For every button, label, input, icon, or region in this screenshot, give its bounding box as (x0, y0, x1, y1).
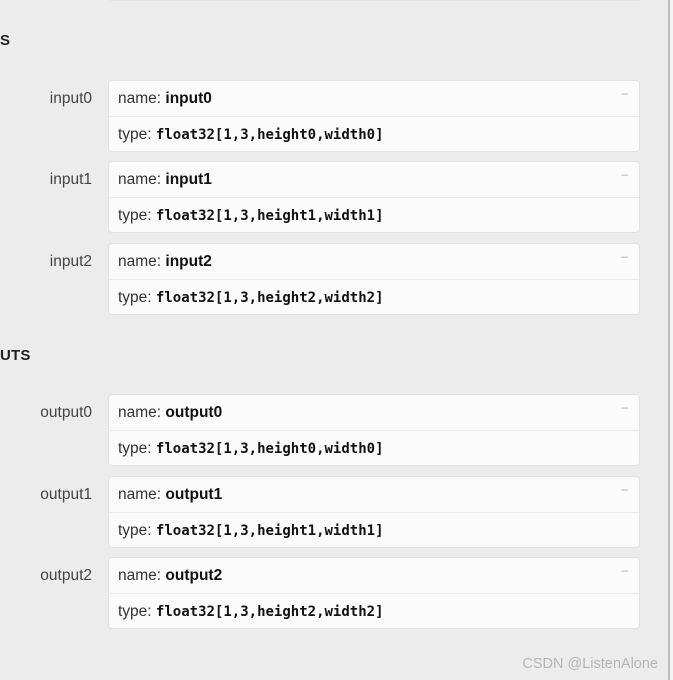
input2-card: name: input2 – type: float32[1,3,height2… (108, 243, 640, 315)
output1-name-line: name: output1 (118, 486, 222, 504)
type-value: float32[1,3,height1,width1] (155, 523, 384, 539)
output0-type-line: type: float32[1,3,height0,width0] (118, 440, 384, 458)
input0-name-line: name: input0 (118, 90, 212, 108)
type-value: float32[1,3,height2,width2] (155, 604, 384, 620)
collapse-toggle[interactable]: – (621, 86, 628, 100)
type-value: float32[1,3,height2,width2] (155, 290, 384, 306)
type-key: type: (118, 289, 156, 306)
collapse-toggle[interactable]: – (621, 563, 628, 577)
input2-type-line: type: float32[1,3,height2,width2] (118, 289, 384, 307)
name-value: output2 (165, 567, 223, 584)
card-divider (109, 512, 639, 513)
type-key: type: (118, 603, 156, 620)
output1-type-line: type: float32[1,3,height1,width1] (118, 522, 384, 540)
card-divider (109, 279, 639, 280)
name-key: name: (118, 90, 166, 107)
outputs-section-title: UTS (0, 347, 31, 364)
previous-card-edge (108, 0, 642, 1)
name-value: input1 (165, 171, 212, 188)
input2-label: input2 (49, 253, 92, 270)
type-key: type: (118, 207, 156, 224)
name-value: input2 (165, 253, 212, 270)
collapse-toggle[interactable]: – (621, 400, 628, 414)
type-value: float32[1,3,height0,width0] (155, 127, 384, 143)
name-key: name: (118, 404, 166, 421)
output2-type-line: type: float32[1,3,height2,width2] (118, 603, 384, 621)
collapse-toggle[interactable]: – (621, 482, 628, 496)
input1-type-line: type: float32[1,3,height1,width1] (118, 207, 384, 225)
output2-label: output2 (40, 567, 92, 584)
name-value: input0 (165, 90, 212, 107)
type-key: type: (118, 522, 156, 539)
input2-name-line: name: input2 (118, 253, 212, 271)
output1-label: output1 (40, 486, 92, 503)
input1-name-line: name: input1 (118, 171, 212, 189)
card-divider (109, 593, 639, 594)
inputs-section-title: S (0, 32, 11, 49)
name-value: output0 (165, 404, 223, 421)
name-key: name: (118, 486, 166, 503)
type-value: float32[1,3,height1,width1] (155, 208, 384, 224)
collapse-toggle[interactable]: – (621, 249, 628, 263)
watermark: CSDN @ListenAlone (522, 656, 658, 672)
input0-card: name: input0 – type: float32[1,3,height0… (108, 80, 640, 152)
input0-label: input0 (49, 90, 92, 107)
input0-type-line: type: float32[1,3,height0,width0] (118, 126, 384, 144)
output2-name-line: name: output2 (118, 567, 222, 585)
name-value: output1 (165, 486, 223, 503)
type-key: type: (118, 126, 156, 143)
name-key: name: (118, 253, 166, 270)
name-key: name: (118, 567, 166, 584)
type-key: type: (118, 440, 156, 457)
type-value: float32[1,3,height0,width0] (155, 441, 384, 457)
card-divider (109, 116, 639, 117)
card-divider (109, 430, 639, 431)
input1-card: name: input1 – type: float32[1,3,height1… (108, 161, 640, 233)
output0-card: name: output0 – type: float32[1,3,height… (108, 394, 640, 466)
collapse-toggle[interactable]: – (621, 167, 628, 181)
output0-name-line: name: output0 (118, 404, 222, 422)
output0-label: output0 (40, 404, 92, 421)
card-divider (109, 197, 639, 198)
output1-card: name: output1 – type: float32[1,3,height… (108, 476, 640, 548)
name-key: name: (118, 171, 166, 188)
output2-card: name: output2 – type: float32[1,3,height… (108, 557, 640, 629)
input1-label: input1 (49, 171, 92, 188)
